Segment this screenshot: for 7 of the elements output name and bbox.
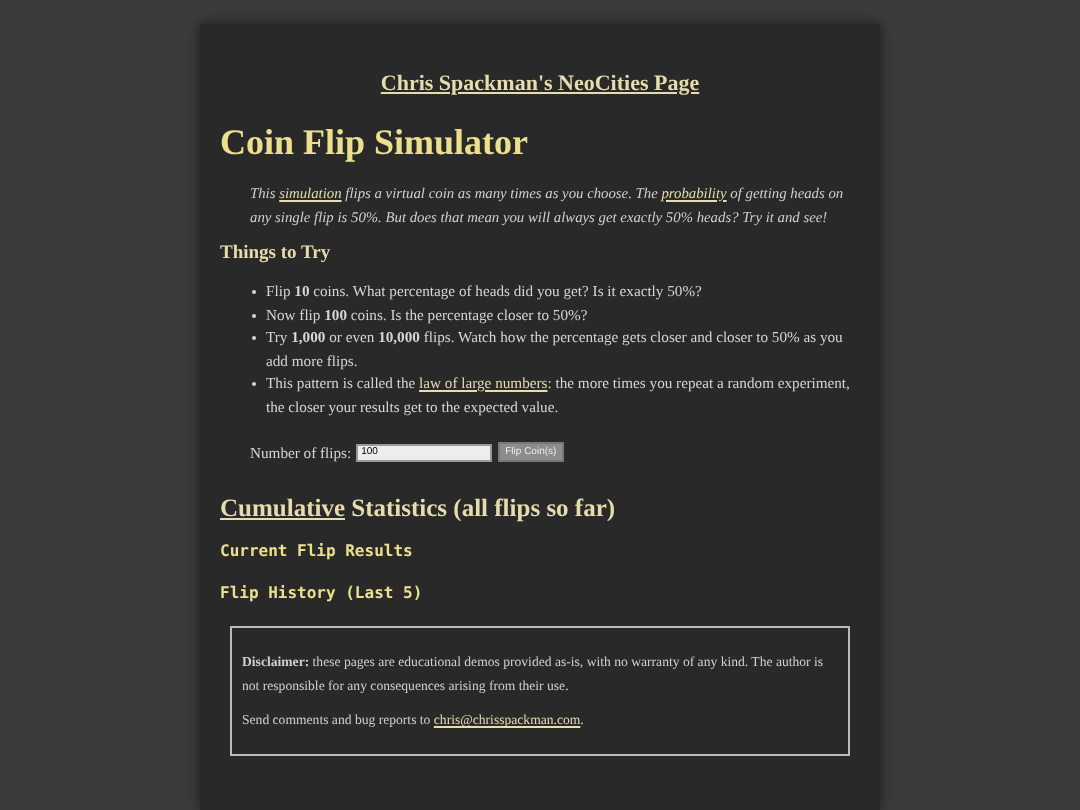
site-link[interactable]: Chris Spackman's NeoCities Page	[380, 72, 700, 96]
section-heading: Things to Try	[220, 244, 333, 264]
page-title: Coin Flip Simulator	[220, 122, 531, 164]
results-heading: Current Flip Results	[220, 542, 415, 560]
text-link[interactable]: Cumulative	[220, 494, 345, 522]
stats-heading: Cumulative Statistics (all flips so far)	[220, 494, 618, 524]
history-heading: Flip History (Last 5)	[220, 584, 425, 602]
